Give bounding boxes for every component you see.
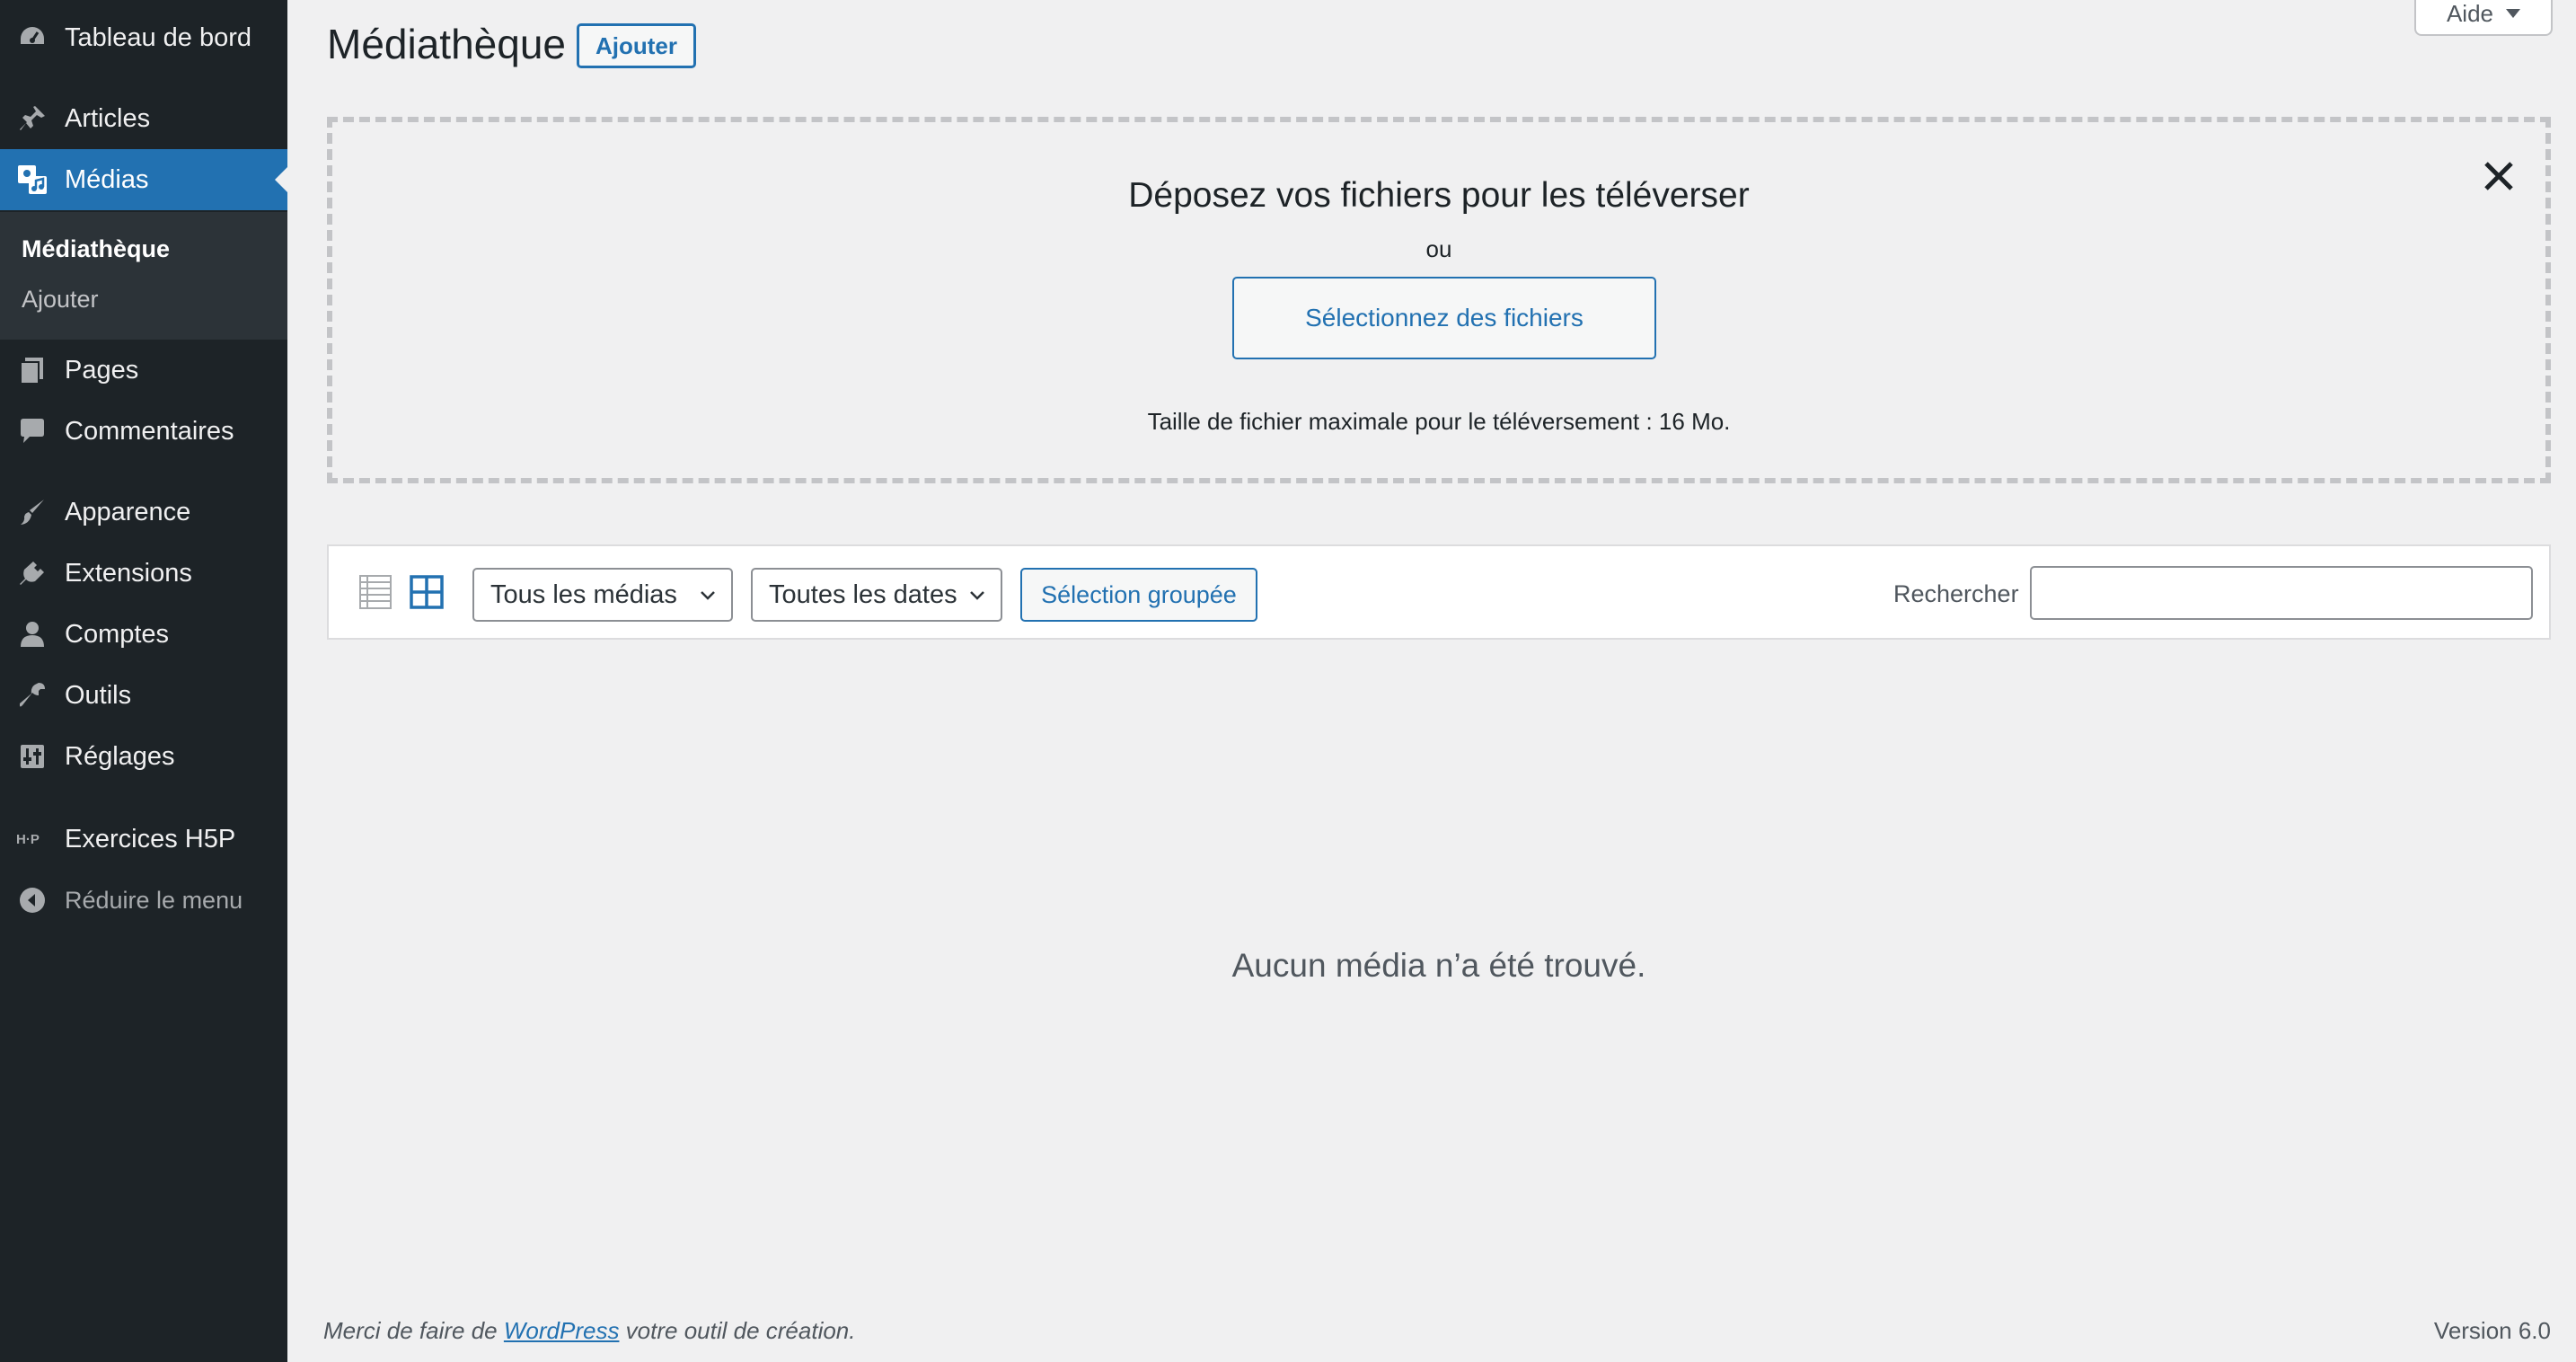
date-filter-value: Toutes les dates	[769, 579, 957, 609]
sidebar-item-pages[interactable]: Pages	[0, 340, 287, 401]
svg-text:H·P: H·P	[16, 832, 40, 847]
footer-thanks: Merci de faire de WordPress votre outil …	[323, 1317, 856, 1345]
footer-thanks-before: Merci de faire de	[323, 1317, 504, 1344]
brush-icon	[16, 496, 49, 528]
sidebar-item-outils[interactable]: Outils	[0, 665, 287, 726]
media-type-filter-value: Tous les médias	[490, 579, 677, 609]
submenu-item-mediatheque[interactable]: Médiathèque	[22, 235, 170, 263]
sidebar-item-label: Articles	[65, 103, 151, 133]
add-new-button[interactable]: Ajouter	[577, 23, 696, 68]
max-upload-size-text: Taille de fichier maximale pour le télév…	[1147, 408, 1731, 435]
sidebar-item-articles[interactable]: Articles	[0, 88, 287, 149]
sidebar-item-comptes[interactable]: Comptes	[0, 604, 287, 665]
upload-dropzone[interactable]: Déposez vos fichiers pour les téléverser…	[327, 117, 2551, 483]
wordpress-link[interactable]: WordPress	[504, 1317, 620, 1344]
sidebar-item-dashboard[interactable]: Tableau de bord	[0, 7, 287, 68]
media-type-filter[interactable]: Tous les médias	[472, 568, 733, 622]
sidebar-item-commentaires[interactable]: Commentaires	[0, 401, 287, 462]
bulk-select-button[interactable]: Sélection groupée	[1020, 568, 1257, 622]
media-toolbar: Tous les médias Toutes les dates Sélecti…	[327, 544, 2551, 640]
sidebar-item-medias[interactable]: Médias	[0, 149, 287, 210]
dashboard-icon	[16, 22, 49, 54]
sidebar-item-label: Médias	[65, 164, 149, 194]
wrench-icon	[16, 679, 49, 712]
list-view-icon[interactable]	[359, 575, 392, 609]
sidebar-item-label: Comptes	[65, 619, 170, 649]
settings-icon	[16, 740, 49, 773]
pages-icon	[16, 354, 49, 386]
sidebar-item-label: Extensions	[65, 558, 192, 588]
search-input[interactable]	[2030, 566, 2533, 620]
select-files-button[interactable]: Sélectionnez des fichiers	[1232, 277, 1656, 359]
footer-thanks-after: votre outil de création.	[619, 1317, 856, 1344]
sidebar-item-label: Réglages	[65, 741, 175, 771]
submenu-item-ajouter[interactable]: Ajouter	[22, 286, 99, 314]
caret-down-icon	[2506, 9, 2521, 18]
sidebar-item-reglages[interactable]: Réglages	[0, 726, 287, 787]
date-filter[interactable]: Toutes les dates	[751, 568, 1002, 622]
medias-submenu: Médiathèque Ajouter	[0, 212, 287, 340]
collapse-menu-label: Réduire le menu	[65, 886, 243, 914]
sidebar-item-label: Pages	[65, 355, 139, 385]
sidebar-item-exercices-h5p[interactable]: H·P Exercices H5P	[0, 809, 287, 870]
search-label: Rechercher	[1893, 580, 2019, 607]
plugin-icon	[16, 557, 49, 589]
help-label: Aide	[2446, 0, 2494, 27]
page-title: Médiathèque	[327, 21, 566, 67]
chevron-down-icon	[701, 591, 715, 600]
comment-icon	[16, 415, 49, 447]
footer-version: Version 6.0	[2433, 1317, 2551, 1344]
pin-icon	[16, 102, 49, 135]
chevron-down-icon	[970, 591, 984, 600]
collapse-menu-button[interactable]: Réduire le menu	[0, 870, 287, 931]
collapse-arrow-icon	[16, 884, 49, 916]
sidebar-item-label: Outils	[65, 680, 132, 710]
h5p-icon: H·P	[16, 823, 49, 855]
sidebar-item-label: Tableau de bord	[65, 22, 251, 52]
upload-title: Déposez vos fichiers pour les téléverser	[1128, 176, 1750, 215]
sidebar-item-label: Exercices H5P	[65, 824, 236, 853]
upload-or-text: ou	[1425, 235, 1452, 262]
grid-view-icon[interactable]	[410, 575, 444, 609]
help-tab[interactable]: Aide	[2414, 0, 2553, 36]
sidebar-item-label: Commentaires	[65, 416, 234, 446]
close-icon[interactable]	[2479, 156, 2519, 196]
no-media-message: Aucun média n’a été trouvé.	[1231, 947, 1646, 984]
user-icon	[16, 618, 49, 650]
sidebar-item-extensions[interactable]: Extensions	[0, 543, 287, 604]
sidebar-item-label: Apparence	[65, 497, 191, 526]
sidebar-item-apparence[interactable]: Apparence	[0, 482, 287, 543]
media-icon	[16, 164, 49, 196]
admin-sidebar: Tableau de bord Articles Médias Médiathè…	[0, 0, 287, 1362]
